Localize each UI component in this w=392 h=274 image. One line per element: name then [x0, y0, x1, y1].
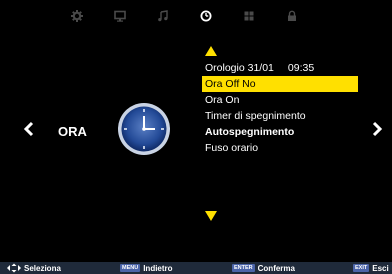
footer-select-hint: Seleziona: [6, 263, 61, 273]
footer-select-label: Seleziona: [24, 263, 61, 273]
footer-confirm-label: Conferma: [257, 263, 295, 273]
tab-lock[interactable]: [285, 9, 299, 23]
direction-pad-icon: [7, 263, 21, 273]
footer-help-bar: Seleziona MENU Indietro ENTER Conferma E…: [0, 262, 392, 274]
next-page-arrow-icon[interactable]: [370, 120, 384, 138]
scroll-up-arrow-icon[interactable]: [204, 44, 218, 56]
gear-icon: [71, 10, 83, 22]
exit-key-badge: EXIT: [353, 264, 370, 272]
menu-item-auto-standby[interactable]: Autospegnimento: [202, 124, 358, 140]
clock-graphic-icon: [117, 102, 171, 156]
menu-key-badge: MENU: [120, 264, 141, 272]
clock-readout: Orologio 31/01 09:35: [202, 60, 358, 76]
monitor-icon: [114, 10, 126, 22]
menu-item-sleep-timer[interactable]: Timer di spegnimento: [202, 108, 358, 124]
tab-time[interactable]: [199, 9, 213, 23]
footer-back-label: Indietro: [143, 263, 173, 273]
footer-back-hint: MENU Indietro: [120, 263, 173, 273]
time-menu-list: Orologio 31/01 09:35 Ora Off No Ora On Ti…: [202, 60, 358, 156]
footer-confirm-hint: ENTER Conferma: [232, 263, 295, 273]
footer-exit-hint: EXIT Esci: [353, 263, 389, 273]
enter-key-badge: ENTER: [232, 264, 255, 272]
clock-label: Orologio 31/01: [205, 62, 274, 74]
grid-icon: [244, 11, 254, 21]
tab-picture[interactable]: [70, 9, 84, 23]
page-title: ORA: [58, 124, 87, 139]
scroll-down-arrow-icon[interactable]: [204, 209, 218, 221]
tab-option[interactable]: [242, 9, 256, 23]
clock-icon: [200, 10, 212, 22]
footer-exit-label: Esci: [372, 263, 389, 273]
menu-item-ora-off[interactable]: Ora Off No: [202, 76, 358, 92]
lock-icon: [288, 10, 296, 21]
tab-screen[interactable]: [113, 9, 127, 23]
tab-sound[interactable]: [156, 9, 170, 23]
menu-tab-bar: [0, 0, 392, 30]
clock-time: 09:35: [287, 62, 315, 74]
menu-item-time-zone[interactable]: Fuso orario: [202, 140, 358, 156]
music-note-icon: [158, 10, 168, 22]
menu-item-ora-on[interactable]: Ora On: [202, 92, 358, 108]
previous-page-arrow-icon[interactable]: [22, 120, 36, 138]
